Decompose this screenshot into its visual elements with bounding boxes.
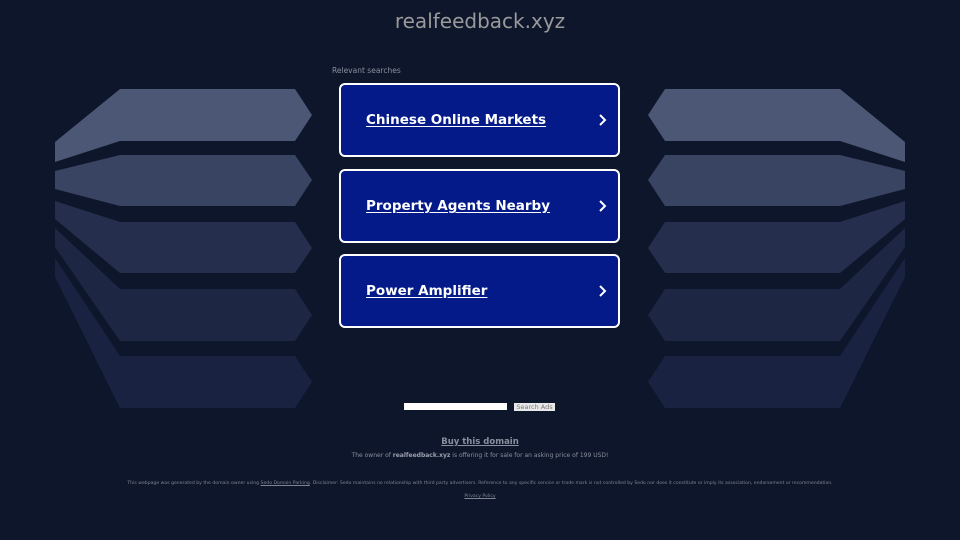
buy-domain-link[interactable]: Buy this domain <box>0 437 960 447</box>
chevron-right-icon <box>599 200 607 212</box>
related-search-label[interactable]: Property Agents Nearby <box>366 198 550 214</box>
disclaimer: This webpage was generated by the domain… <box>0 481 960 486</box>
stack-shape <box>55 89 312 162</box>
related-search-label[interactable]: Power Amplifier <box>366 283 487 299</box>
sale-prefix: The owner of <box>351 452 393 459</box>
sale-suffix: is offering it for sale for an asking pr… <box>450 452 609 459</box>
related-search-label[interactable]: Chinese Online Markets <box>366 112 546 128</box>
relevant-searches-label: Relevant searches <box>332 66 401 75</box>
search-ads-button[interactable]: Search Ads <box>514 403 555 411</box>
privacy-footer: Privacy Policy <box>0 494 960 499</box>
sedo-parking-link[interactable]: Sedo Domain Parking <box>261 481 310 486</box>
related-search-link[interactable]: Property Agents Nearby <box>339 169 620 243</box>
stack-shape <box>648 201 905 273</box>
sale-info: The owner of realfeedback.xyz is offerin… <box>0 452 960 459</box>
stack-shape <box>55 201 312 273</box>
search-input[interactable] <box>404 403 507 410</box>
stack-shape <box>648 89 905 162</box>
related-search-link[interactable]: Chinese Online Markets <box>339 83 620 157</box>
disclaimer-prefix: This webpage was generated by the domain… <box>127 481 261 486</box>
stack-shape <box>648 155 905 206</box>
left-stack-decoration <box>55 89 312 408</box>
chevron-right-icon <box>599 114 607 126</box>
chevron-right-icon <box>599 285 607 297</box>
domain-title: realfeedback.xyz <box>394 9 566 33</box>
related-search-link[interactable]: Power Amplifier <box>339 254 620 328</box>
sale-domain: realfeedback.xyz <box>392 452 451 459</box>
stack-shape <box>55 155 312 206</box>
right-stack-decoration <box>648 89 905 408</box>
privacy-policy-link[interactable]: Privacy Policy <box>464 494 495 499</box>
disclaimer-suffix: . Disclaimer: Sedo maintains no relation… <box>309 481 833 486</box>
